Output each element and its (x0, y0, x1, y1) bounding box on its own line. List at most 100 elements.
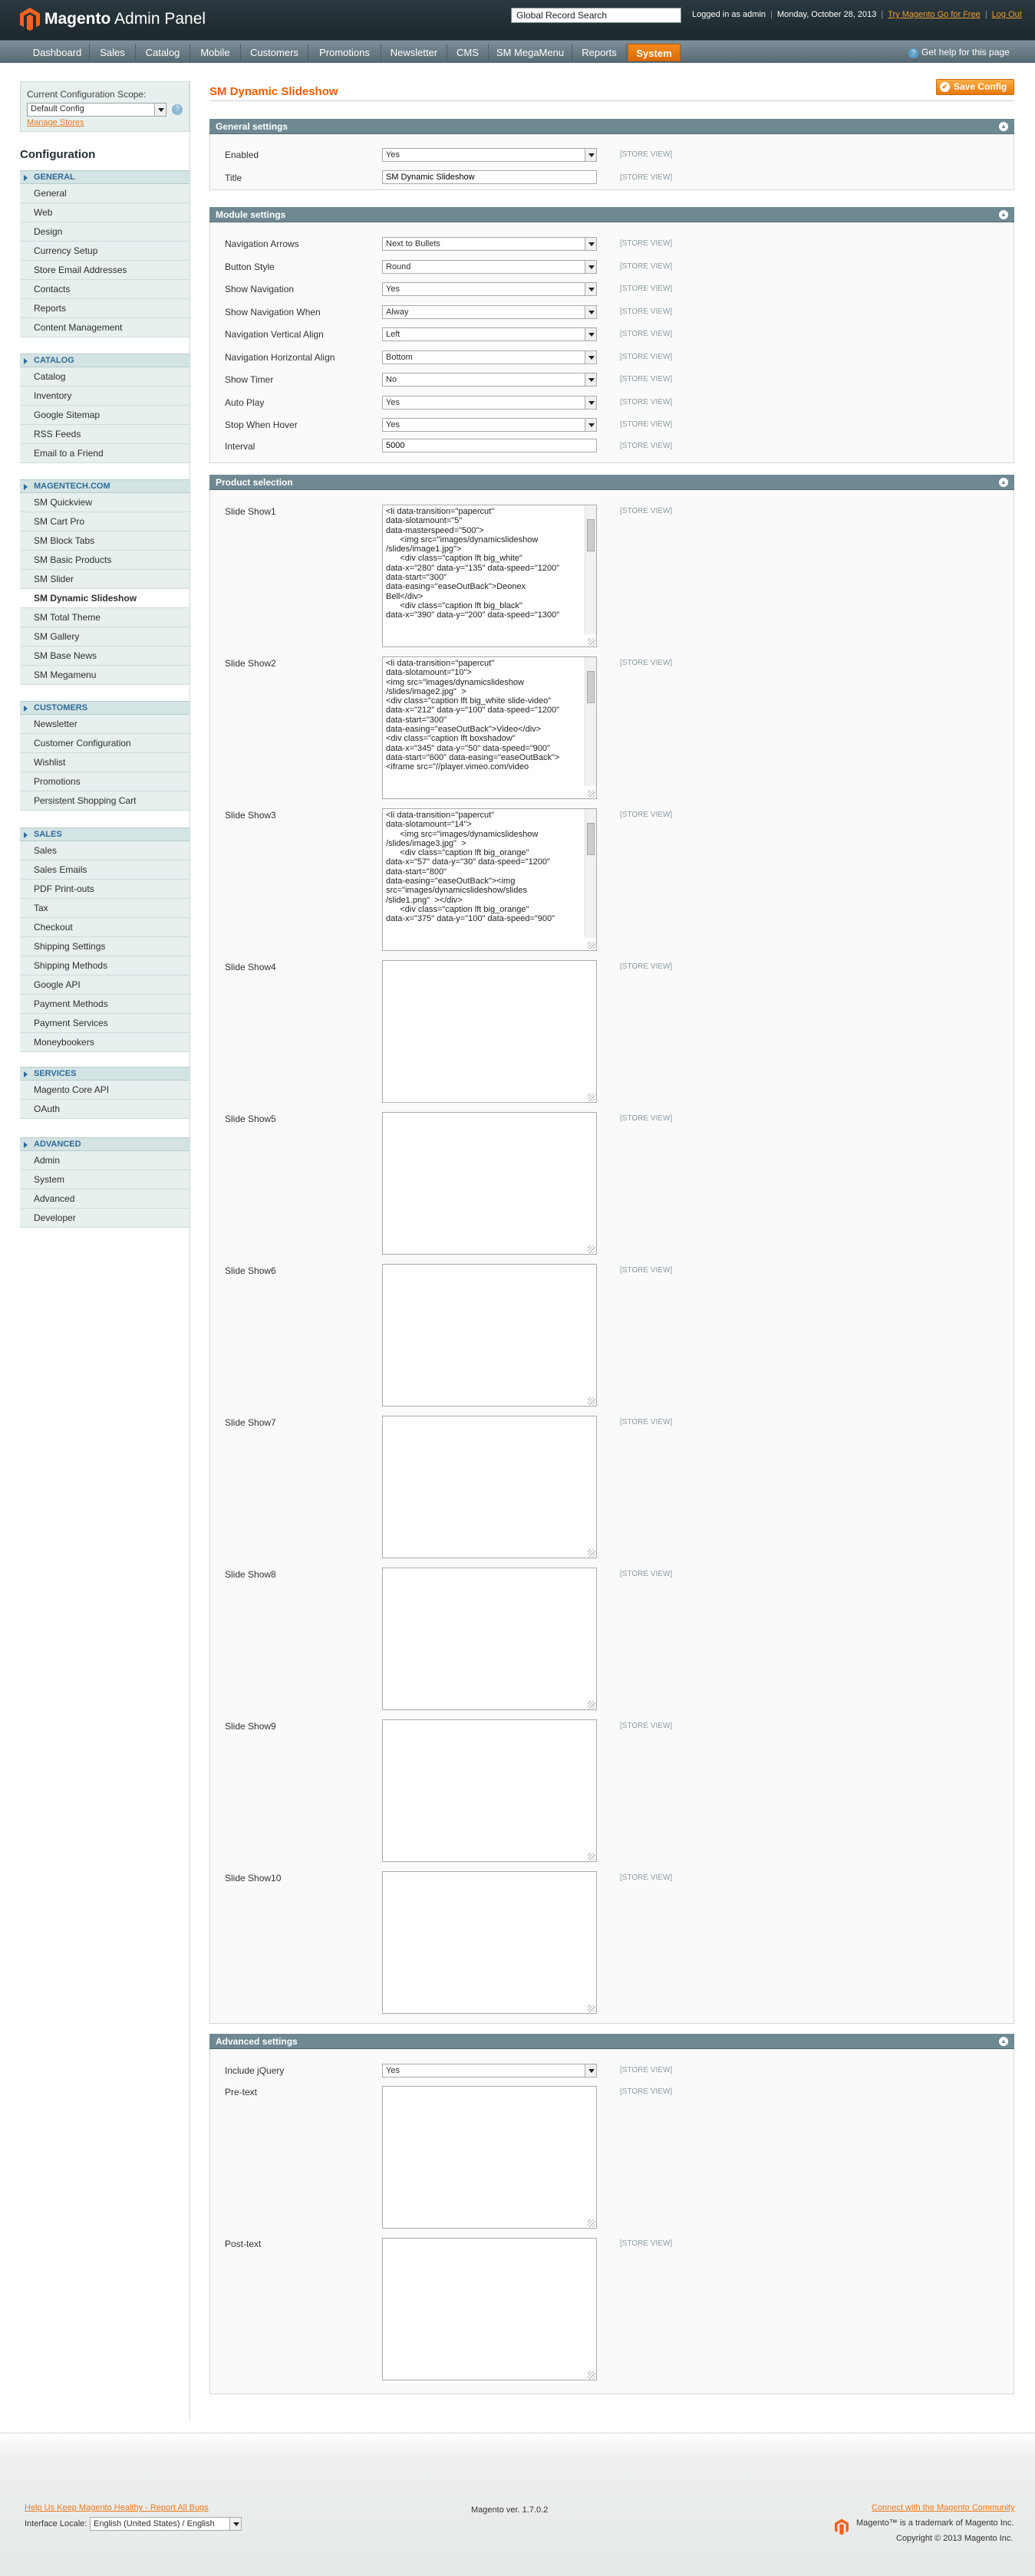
auto-play-select[interactable]: Yes (382, 395, 597, 410)
slide-show-6-textarea[interactable] (382, 1264, 597, 1406)
sidebar-item-sm-slider[interactable]: SM Slider (20, 570, 190, 589)
magento-logo[interactable]: Magento Admin Panel (20, 8, 206, 31)
sidebar-item-moneybookers[interactable]: Moneybookers (20, 1033, 190, 1052)
resize-handle-icon[interactable] (588, 2371, 595, 2379)
nav-customers[interactable]: Customers (241, 44, 308, 61)
nav-system[interactable]: System (628, 44, 681, 61)
scrollbar-thumb[interactable] (587, 671, 595, 703)
scrollbar-thumb[interactable] (587, 823, 595, 855)
show-navigation-when-select[interactable]: Alway (382, 304, 597, 319)
collapse-icon[interactable]: ▲ (999, 2037, 1008, 2046)
sidebar-item-sm-megamenu[interactable]: SM Megamenu (20, 666, 190, 685)
resize-handle-icon[interactable] (588, 1094, 595, 1101)
nav-sm-megamenu[interactable]: SM MegaMenu (489, 44, 572, 61)
logout-link[interactable]: Log Out (992, 10, 1022, 19)
resize-handle-icon[interactable] (588, 1397, 595, 1405)
resize-handle-icon[interactable] (588, 1245, 595, 1253)
scrollbar[interactable] (585, 809, 596, 938)
question-icon[interactable]: ? (172, 104, 183, 115)
community-link[interactable]: Connect with the Magento Community (872, 2503, 1014, 2512)
collapse-icon[interactable]: ▲ (999, 478, 1008, 487)
sidebar-item-oauth[interactable]: OAuth (20, 1100, 190, 1119)
sidebar-item-checkout[interactable]: Checkout (20, 918, 190, 937)
navigation-horizontal-align-select[interactable]: Bottom (382, 350, 597, 364)
pre-text-textarea[interactable] (382, 2086, 597, 2229)
report-bugs-link[interactable]: Help Us Keep Magento Healthy - Report Al… (25, 2503, 209, 2512)
scrollbar[interactable] (585, 657, 596, 786)
global-search-input[interactable] (511, 8, 681, 23)
sidebar-item-customer-configuration[interactable]: Customer Configuration (20, 734, 190, 753)
resize-handle-icon[interactable] (588, 2219, 595, 2227)
sidebar-item-sm-gallery[interactable]: SM Gallery (20, 627, 190, 646)
sidebar-item-sm-block-tabs[interactable]: SM Block Tabs (20, 531, 190, 551)
nav-catalog[interactable]: Catalog (136, 44, 190, 61)
enabled-select[interactable]: Yes (382, 148, 597, 162)
sidebar-item-web[interactable]: Web (20, 203, 190, 222)
sidebar-item-catalog[interactable]: Catalog (20, 367, 190, 387)
sidebar-item-magento-core-api[interactable]: Magento Core API (20, 1081, 190, 1100)
sidebar-item-system[interactable]: System (20, 1170, 190, 1189)
sidebar-group-general[interactable]: GENERAL (20, 170, 190, 184)
sidebar-item-shipping-settings[interactable]: Shipping Settings (20, 937, 190, 956)
sidebar-item-currency-setup[interactable]: Currency Setup (20, 242, 190, 261)
show-timer-select[interactable]: No (382, 373, 597, 387)
nav-cms[interactable]: CMS (447, 44, 489, 61)
nav-mobile[interactable]: Mobile (190, 44, 241, 61)
navigation-vertical-align-select[interactable]: Left (382, 327, 597, 341)
sidebar-item-sales-emails[interactable]: Sales Emails (20, 860, 190, 880)
resize-handle-icon[interactable] (588, 1549, 595, 1557)
include-jquery-select[interactable]: Yes (382, 2064, 597, 2078)
scrollbar[interactable] (585, 505, 596, 634)
product-selection-header[interactable]: Product selection ▲ (209, 475, 1014, 490)
sidebar-group-magentech-com[interactable]: MAGENTECH.COM (20, 479, 190, 493)
sidebar-item-inventory[interactable]: Inventory (20, 387, 190, 406)
slide-show-10-textarea[interactable] (382, 1871, 597, 2014)
sidebar-item-wishlist[interactable]: Wishlist (20, 753, 190, 772)
help-link[interactable]: ? Get help for this page (908, 47, 1010, 58)
interval-input[interactable] (382, 439, 597, 452)
sidebar-item-newsletter[interactable]: Newsletter (20, 715, 190, 734)
sidebar-group-catalog[interactable]: CATALOG (20, 354, 190, 367)
locale-select[interactable]: English (United States) / English (90, 2517, 242, 2531)
sidebar-item-sales[interactable]: Sales (20, 841, 190, 860)
sidebar-item-admin[interactable]: Admin (20, 1151, 190, 1170)
sidebar-item-promotions[interactable]: Promotions (20, 772, 190, 791)
sidebar-item-tax[interactable]: Tax (20, 899, 190, 918)
slide-show-3-textarea[interactable]: <li data-transition="papercut" data-slot… (382, 808, 597, 951)
slide-show-8-textarea[interactable] (382, 1568, 597, 1710)
nav-reports[interactable]: Reports (572, 44, 627, 61)
scope-select[interactable]: Default Config (27, 103, 166, 117)
nav-promotions[interactable]: Promotions (308, 44, 381, 61)
resize-handle-icon[interactable] (588, 790, 595, 798)
sidebar-item-pdf-print-outs[interactable]: PDF Print-outs (20, 880, 190, 899)
navigation-arrows-select[interactable]: Next to Bullets (382, 237, 597, 251)
sidebar-item-persistent-shopping-cart[interactable]: Persistent Shopping Cart (20, 791, 190, 811)
slide-show-7-textarea[interactable] (382, 1416, 597, 1558)
slide-show-2-textarea[interactable]: <li data-transition="papercut" data-slot… (382, 656, 597, 799)
sidebar-item-google-sitemap[interactable]: Google Sitemap (20, 406, 190, 425)
collapse-icon[interactable]: ▲ (999, 210, 1008, 219)
sidebar-item-sm-dynamic-slideshow[interactable]: SM Dynamic Slideshow (20, 589, 190, 608)
sidebar-item-developer[interactable]: Developer (20, 1209, 190, 1228)
sidebar-group-services[interactable]: SERVICES (20, 1067, 190, 1081)
nav-dashboard[interactable]: Dashboard (25, 44, 90, 61)
sidebar-item-sm-cart-pro[interactable]: SM Cart Pro (20, 512, 190, 531)
scrollbar-thumb[interactable] (587, 519, 595, 551)
show-navigation-select[interactable]: Yes (382, 282, 597, 296)
resize-handle-icon[interactable] (588, 1853, 595, 1860)
sidebar-item-advanced[interactable]: Advanced (20, 1189, 190, 1209)
resize-handle-icon[interactable] (588, 638, 595, 646)
resize-handle-icon[interactable] (588, 2005, 595, 2012)
collapse-icon[interactable]: ▲ (999, 122, 1008, 131)
sidebar-group-advanced[interactable]: ADVANCED (20, 1137, 190, 1151)
try-magento-go-link[interactable]: Try Magento Go for Free (888, 10, 981, 19)
sidebar-item-content-management[interactable]: Content Management (20, 318, 190, 337)
sidebar-item-design[interactable]: Design (20, 222, 190, 242)
slide-show-4-textarea[interactable] (382, 960, 597, 1103)
button-style-select[interactable]: Round (382, 259, 597, 274)
general-settings-header[interactable]: General settings ▲ (209, 119, 1014, 134)
manage-stores-link[interactable]: Manage Stores (27, 118, 84, 127)
sidebar-item-sm-basic-products[interactable]: SM Basic Products (20, 551, 190, 570)
sidebar-item-contacts[interactable]: Contacts (20, 280, 190, 299)
slide-show-5-textarea[interactable] (382, 1112, 597, 1255)
